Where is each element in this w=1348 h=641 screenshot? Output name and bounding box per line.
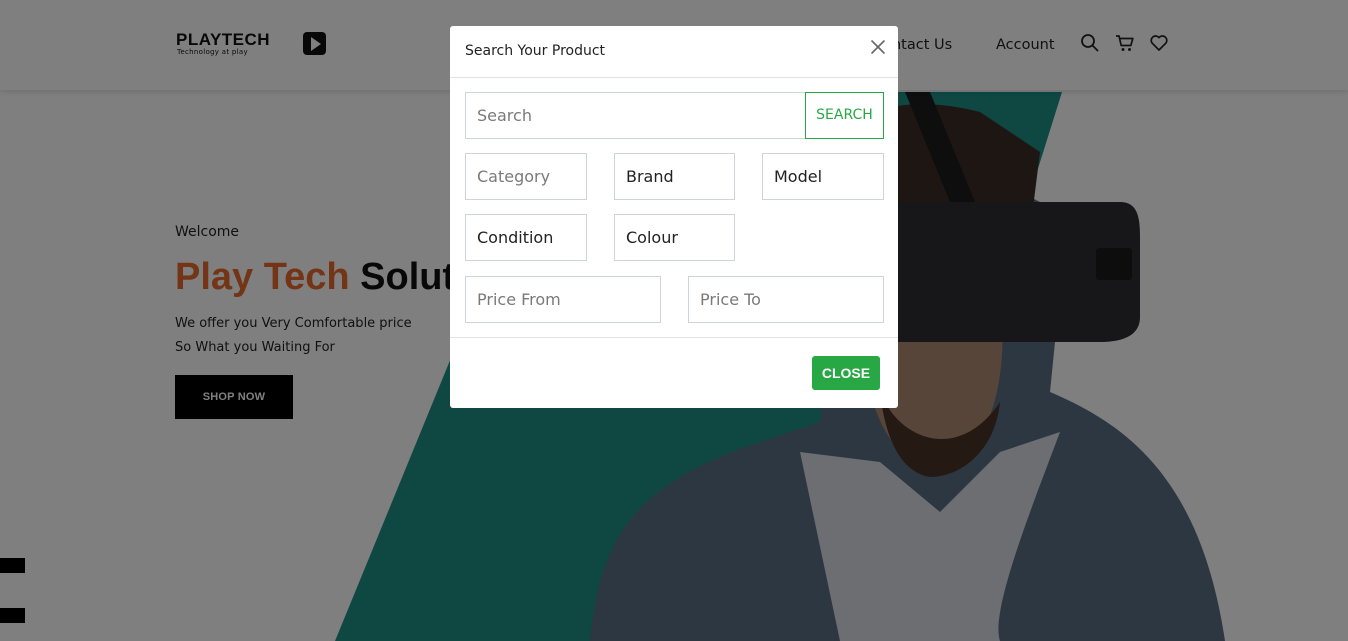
condition-select[interactable]: Condition xyxy=(465,214,587,261)
price-from-input[interactable]: Price From xyxy=(465,276,661,323)
price-to-input[interactable]: Price To xyxy=(688,276,884,323)
search-input[interactable]: Search xyxy=(465,92,806,139)
modal-footer-divider xyxy=(450,337,898,338)
colour-select[interactable]: Colour xyxy=(614,214,735,261)
model-select[interactable]: Model xyxy=(762,153,884,200)
category-select[interactable]: Category xyxy=(465,153,587,200)
modal-header: Search Your Product xyxy=(450,26,898,78)
search-product-modal: Search Your Product Search SEARCH Catego… xyxy=(450,26,898,408)
search-button[interactable]: SEARCH xyxy=(805,92,884,139)
close-icon[interactable] xyxy=(868,37,888,57)
close-button[interactable]: CLOSE xyxy=(812,356,880,390)
brand-select[interactable]: Brand xyxy=(614,153,735,200)
modal-title: Search Your Product xyxy=(465,43,606,59)
